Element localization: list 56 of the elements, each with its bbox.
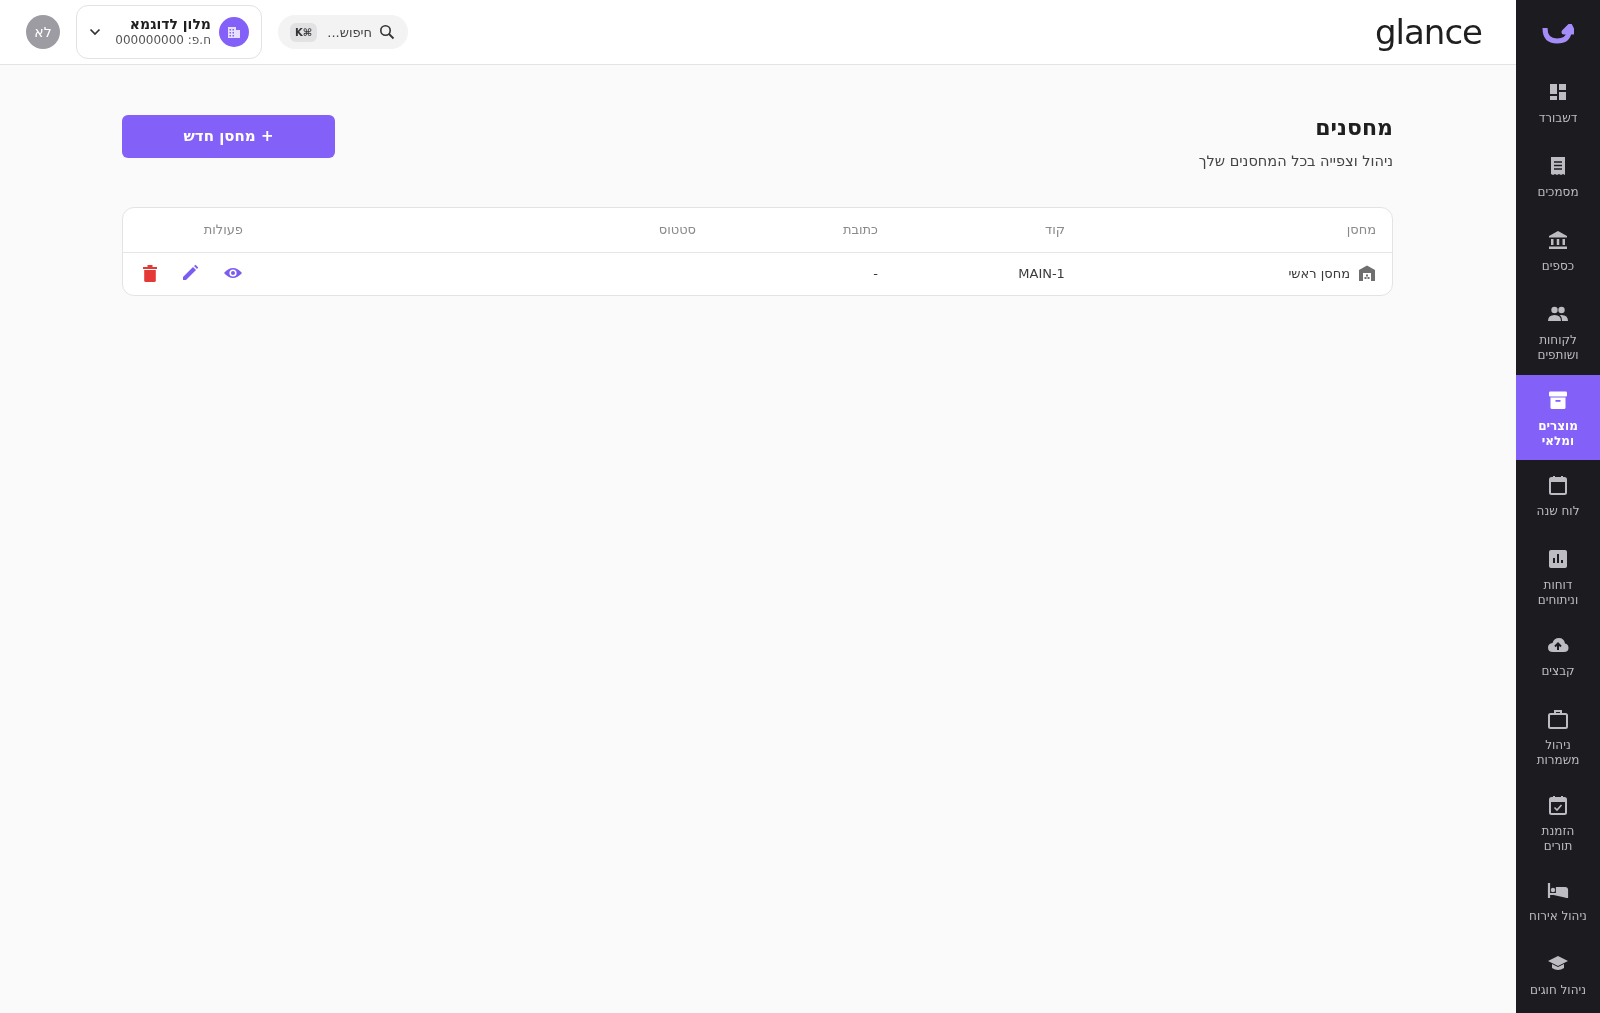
warehouse-code: MAIN-1 [1018, 265, 1065, 281]
bank-icon [1547, 229, 1569, 252]
view-button[interactable] [223, 266, 243, 281]
column-header: מחסן [1080, 208, 1392, 253]
company-selector[interactable]: מלון לדוגמא ח.פ: 000000000 [76, 5, 262, 59]
edit-button[interactable] [181, 264, 199, 283]
sidebar-label: לקוחות ושותפים [1536, 333, 1580, 364]
sidebar-label: מסמכים [1537, 185, 1579, 201]
sidebar-item[interactable]: דוחות וניתוחים [1516, 534, 1600, 620]
sidebar-item[interactable]: מוצרים ומלאי [1516, 374, 1600, 461]
sidebar-item[interactable]: ניהול אירוח [1516, 865, 1600, 940]
company-name: מלון לדוגמא [128, 16, 211, 34]
sidebar-item[interactable]: דשבורד [1516, 67, 1600, 142]
company-id: ח.פ: 000000000 [114, 33, 211, 48]
column-header: קוד [894, 208, 1081, 253]
sidebar-item[interactable]: קבצים [1516, 620, 1600, 694]
sidebar-label: דשבורד [1538, 111, 1578, 127]
new-warehouse-button[interactable]: + מחסן חדש [122, 115, 335, 158]
shortcut-key: ⌘K [290, 23, 318, 42]
delete-button[interactable] [143, 264, 157, 282]
sidebar-label: מוצרים ומלאי [1537, 418, 1579, 449]
column-header: פעולות [123, 208, 259, 253]
sidebar-item[interactable]: הזמנת תורים [1516, 779, 1600, 866]
trash-icon [143, 264, 157, 282]
briefcase-icon [1547, 708, 1569, 730]
sidebar-item[interactable]: לוח שנה [1516, 460, 1600, 535]
column-header: סטטוס [259, 208, 712, 253]
pencil-icon [181, 264, 199, 283]
calendar-icon [1547, 474, 1569, 497]
calendar-check-icon [1547, 793, 1569, 816]
logo[interactable]: glance [1374, 6, 1482, 58]
sidebar-label: כספים [1541, 259, 1575, 275]
sidebar-item[interactable]: לקוחות ושותפים [1516, 289, 1600, 375]
sidebar-label: ניהול חוגים [1530, 983, 1586, 999]
page-title: מחסנים [1314, 115, 1393, 142]
sidebar-item[interactable]: מסמכים [1516, 141, 1600, 216]
warehouse-name: מחסן ראשי [1288, 264, 1350, 283]
page-subtitle: ניהול וצפייה בכל המחסנים שלך [1198, 152, 1393, 172]
sidebar-item[interactable]: ניהול משמרות [1516, 694, 1600, 780]
logo-icon [1542, 23, 1574, 44]
column-header: כתובת [712, 208, 894, 253]
sidebar-item[interactable]: ניהול חוגים [1516, 939, 1600, 1013]
search-icon [379, 24, 395, 40]
sidebar-label: ניהול משמרות [1535, 738, 1581, 768]
eye-icon [223, 266, 243, 281]
sidebar-label: דוחות וניתוחים [1536, 578, 1580, 609]
sidebar-label: הזמנת תורים [1540, 823, 1576, 854]
sidebar-item[interactable]: כספים [1516, 215, 1600, 290]
sidebar-label: לוח שנה [1536, 504, 1580, 520]
warehouse-address: - [873, 265, 878, 281]
bar-chart-icon [1547, 548, 1569, 571]
sidebar-label: קבצים [1541, 664, 1575, 679]
warehouse-icon [1358, 264, 1376, 283]
sidebar-label: ניהול אירוח [1529, 909, 1587, 925]
chevron-down-icon [89, 28, 101, 36]
building-icon [219, 17, 249, 47]
